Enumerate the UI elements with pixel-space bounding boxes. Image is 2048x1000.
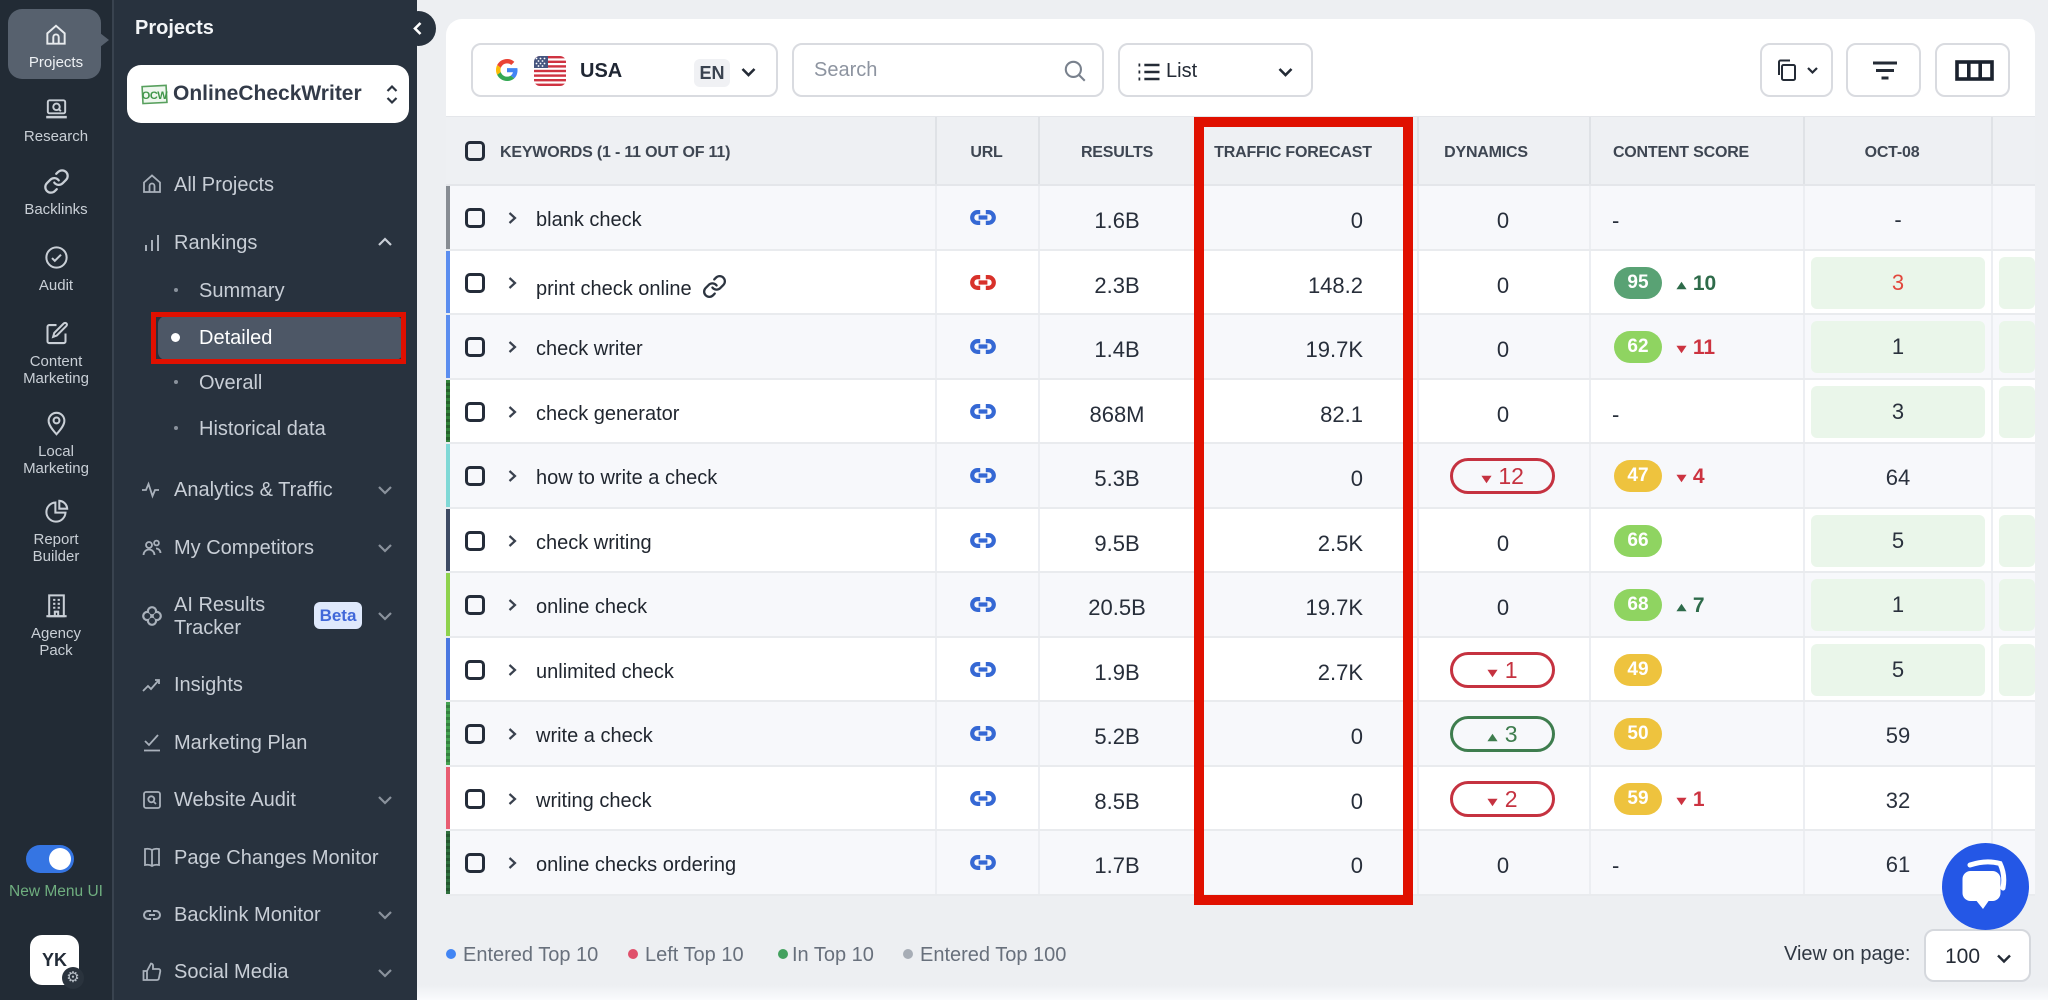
svg-text:OCW: OCW [142,90,168,102]
